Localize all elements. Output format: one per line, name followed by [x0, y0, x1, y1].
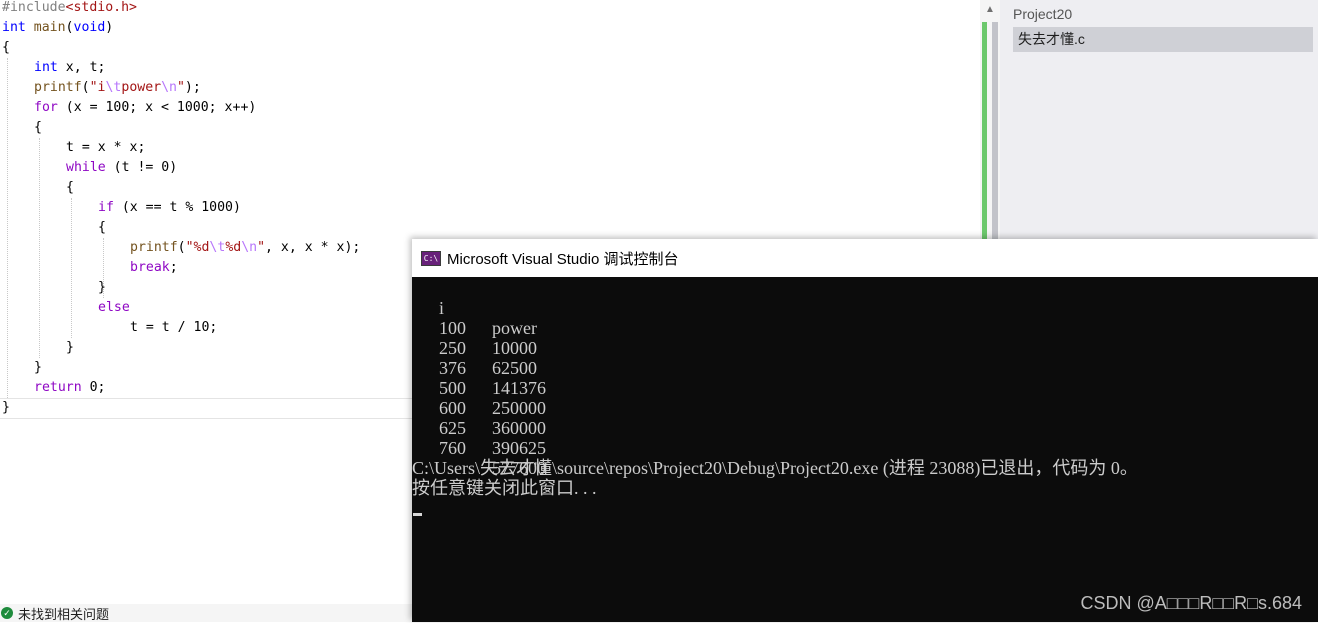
- code-token: "i: [89, 80, 106, 95]
- console-exit-message: C:\Users\失去才懂\source\repos\Project20\Deb…: [412, 458, 1138, 478]
- console-cell-power: 360000: [492, 418, 546, 438]
- console-header-row: i power: [412, 278, 537, 338]
- console-row: 760 577600: [412, 418, 546, 478]
- console-close-prompt: 按任意键关闭此窗口. . .: [412, 478, 597, 498]
- code-line-4[interactable]: int x, t;: [34, 58, 105, 78]
- code-token: power: [121, 80, 162, 95]
- solution-item-file[interactable]: 失去才懂.c: [1013, 27, 1313, 52]
- console-cursor: [413, 513, 422, 516]
- console-header-power: power: [492, 318, 537, 338]
- code-token: \t: [209, 240, 226, 255]
- solution-item-project[interactable]: Project20: [1013, 6, 1072, 22]
- console-row: 500 250000: [412, 358, 546, 418]
- code-token: else: [98, 300, 130, 315]
- code-token: void: [73, 20, 106, 35]
- code-token: #include: [2, 0, 66, 15]
- code-line-2[interactable]: int main(void): [2, 18, 113, 38]
- watermark: CSDN @A□□□R□□R□s.684: [1080, 593, 1302, 613]
- code-token: "%d: [185, 240, 210, 255]
- code-line-9[interactable]: while (t != 0): [66, 158, 177, 178]
- code-token: <stdio.h>: [65, 0, 137, 15]
- console-title-bar[interactable]: C:\ Microsoft Visual Studio 调试控制台: [412, 239, 1318, 277]
- code-line-1[interactable]: #include<stdio.h>: [2, 0, 137, 18]
- console-cell-power: 141376: [492, 378, 546, 398]
- check-icon: ✓: [1, 607, 13, 619]
- code-line-16[interactable]: else: [98, 298, 130, 318]
- debug-console-window[interactable]: C:\ Microsoft Visual Studio 调试控制台 i powe…: [412, 239, 1318, 622]
- code-line-15[interactable]: }: [98, 278, 106, 298]
- console-cell-power: 62500: [492, 358, 537, 378]
- indent-guide: [39, 138, 40, 358]
- code-token: while: [66, 160, 106, 175]
- code-line-18[interactable]: }: [66, 338, 74, 358]
- console-cell-i: 760: [439, 438, 466, 458]
- code-line-6[interactable]: for (x = 100; x < 1000; x++): [34, 98, 256, 118]
- status-bar: ✓ 未找到相关问题: [0, 604, 412, 622]
- console-title: Microsoft Visual Studio 调试控制台: [447, 250, 679, 268]
- code-line-14[interactable]: break;: [130, 258, 178, 278]
- code-line-7[interactable]: {: [34, 118, 42, 138]
- code-token: for: [34, 100, 58, 115]
- code-token: if: [98, 200, 114, 215]
- code-line-13[interactable]: printf("%d\t%d\n", x, x * x);: [130, 238, 360, 258]
- code-line-21[interactable]: }: [2, 398, 10, 418]
- code-token: %d: [225, 240, 242, 255]
- console-output[interactable]: i power 100 10000 250 62500 376 141376 5…: [412, 277, 1318, 622]
- code-token: ": [257, 240, 266, 255]
- status-text[interactable]: 未找到相关问题: [18, 604, 109, 623]
- code-token: ": [176, 80, 185, 95]
- console-row: 100 10000: [412, 298, 537, 358]
- code-line-8[interactable]: t = x * x;: [66, 138, 145, 158]
- code-line-12[interactable]: {: [98, 218, 106, 238]
- console-cell-power: 390625: [492, 438, 546, 458]
- code-line-20[interactable]: return 0;: [34, 378, 105, 398]
- indent-guide: [7, 58, 8, 398]
- code-line-17[interactable]: t = t / 10;: [130, 318, 217, 338]
- console-app-icon: C:\: [421, 250, 441, 266]
- code-token: main: [33, 20, 66, 35]
- console-cell-power: 10000: [492, 338, 537, 358]
- code-token: printf: [34, 80, 82, 95]
- code-line-10[interactable]: {: [66, 178, 74, 198]
- code-token: \n: [241, 240, 258, 255]
- code-line-11[interactable]: if (x == t % 1000): [98, 198, 241, 218]
- console-row: 625 390625: [412, 398, 546, 458]
- code-token: return: [34, 380, 82, 395]
- code-token: int: [34, 60, 58, 75]
- console-row: 600 360000: [412, 378, 546, 438]
- code-line-3[interactable]: {: [2, 38, 10, 58]
- code-token: printf: [130, 240, 178, 255]
- console-row: 376 141376: [412, 338, 546, 398]
- code-token: break: [130, 260, 170, 275]
- console-cell-power: 250000: [492, 398, 546, 418]
- code-token: int: [2, 20, 26, 35]
- indent-guide: [71, 198, 72, 338]
- console-row: 250 62500: [412, 318, 537, 378]
- code-line-5[interactable]: printf("i\tpower\n");: [34, 78, 201, 98]
- code-token: \t: [105, 80, 122, 95]
- scroll-up-arrow-icon[interactable]: ▲: [980, 0, 1000, 18]
- code-line-19[interactable]: }: [34, 358, 42, 378]
- code-token: \n: [161, 80, 177, 95]
